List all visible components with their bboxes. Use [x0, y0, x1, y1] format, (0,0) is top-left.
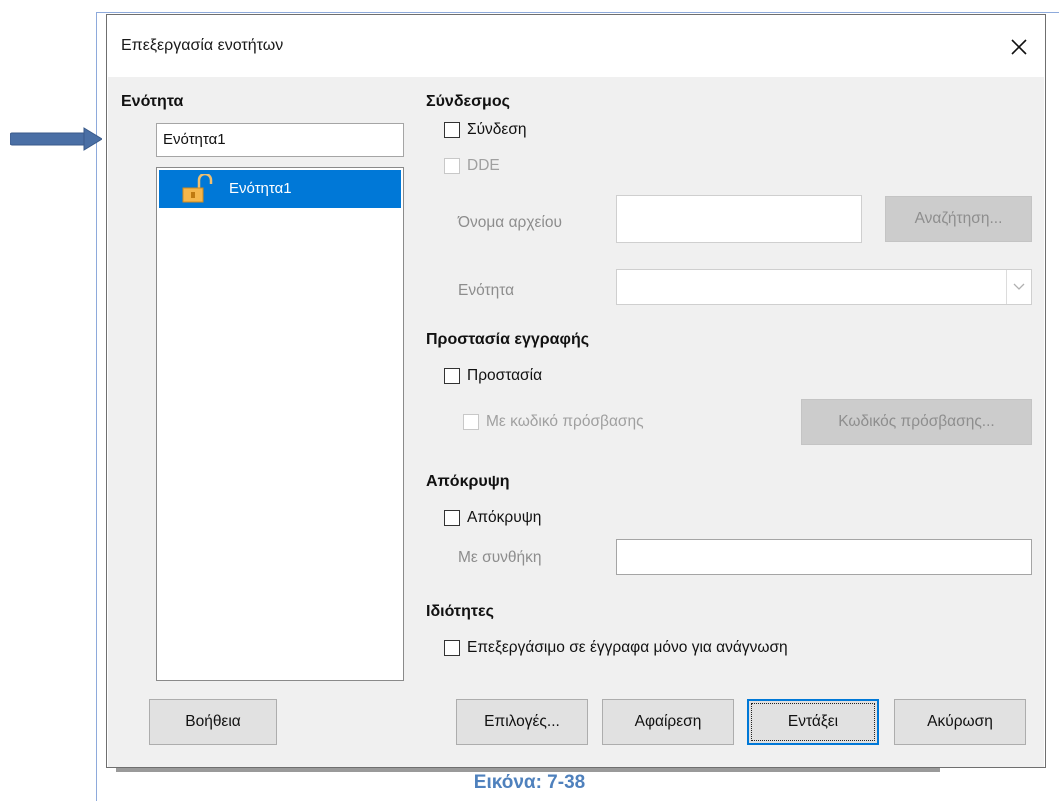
title-bar: Επεξεργασία ενοτήτων	[107, 15, 1045, 77]
checkbox-box[interactable]	[444, 122, 460, 138]
section-list-title: Ενότητα	[121, 93, 184, 110]
link-section-label: Ενότητα	[458, 282, 515, 299]
figure-caption: Εικόνα: 7-38	[473, 772, 586, 793]
filename-label: Όνομα αρχείου	[458, 214, 562, 231]
password-button-label: Κωδικός πρόσβασης...	[838, 413, 995, 430]
properties-section-title: Ιδιότητες	[426, 603, 494, 620]
checkbox-box[interactable]	[444, 640, 460, 656]
chevron-down-icon[interactable]	[1006, 270, 1031, 304]
hide-section-title: Απόκρυψη	[426, 473, 510, 490]
filename-input[interactable]	[616, 195, 862, 243]
right-arrow-icon	[10, 127, 102, 151]
help-button[interactable]: Βοήθεια	[149, 699, 277, 745]
dialog-body: Ενότητα Ενότητα1 Ενότητα1 Σύνδεσμος Σύνδ…	[108, 77, 1044, 767]
password-button[interactable]: Κωδικός πρόσβασης...	[801, 399, 1032, 445]
protect-checkbox[interactable]: Προστασία	[444, 367, 542, 385]
cancel-button-label: Ακύρωση	[927, 713, 993, 730]
link-checkbox-label: Σύνδεση	[467, 121, 527, 138]
page-top-rule	[96, 12, 1059, 13]
section-name-input[interactable]: Ενότητα1	[156, 123, 404, 157]
options-button[interactable]: Επιλογές...	[456, 699, 588, 745]
editable-readonly-checkbox[interactable]: Επεξεργάσιμο σε έγγραφα μόνο για ανάγνωσ…	[444, 639, 788, 657]
options-button-label: Επιλογές...	[484, 713, 560, 730]
dde-checkbox[interactable]: DDE	[444, 157, 500, 175]
cancel-button[interactable]: Ακύρωση	[894, 699, 1026, 745]
checkbox-box[interactable]	[444, 368, 460, 384]
section-list[interactable]: Ενότητα1	[156, 167, 404, 681]
condition-input[interactable]	[616, 539, 1032, 575]
unlocked-padlock-icon	[182, 174, 213, 203]
write-protection-title: Προστασία εγγραφής	[426, 331, 590, 348]
checkbox-box[interactable]	[444, 510, 460, 526]
editable-readonly-checkbox-label: Επεξεργάσιμο σε έγγραφα μόνο για ανάγνωσ…	[467, 639, 788, 656]
hide-checkbox[interactable]: Απόκρυψη	[444, 509, 541, 527]
link-section-title: Σύνδεσμος	[426, 93, 510, 110]
password-checkbox[interactable]: Με κωδικό πρόσβασης	[463, 413, 644, 431]
checkbox-box[interactable]	[463, 414, 479, 430]
password-checkbox-label: Με κωδικό πρόσβασης	[486, 413, 644, 430]
browse-button-label: Αναζήτηση...	[914, 210, 1003, 227]
edit-sections-dialog: Επεξεργασία ενοτήτων Ενότητα Ενότητα1 Εν…	[106, 14, 1046, 768]
ok-button[interactable]: Εντάξει	[747, 699, 879, 745]
ok-button-label: Εντάξει	[751, 703, 875, 741]
protect-checkbox-label: Προστασία	[467, 367, 543, 384]
remove-button[interactable]: Αφαίρεση	[602, 699, 734, 745]
list-item[interactable]: Ενότητα1	[159, 170, 401, 208]
browse-button[interactable]: Αναζήτηση...	[885, 196, 1032, 242]
dde-checkbox-label: DDE	[467, 157, 500, 174]
dialog-title: Επεξεργασία ενοτήτων	[121, 37, 284, 54]
condition-label: Με συνθήκη	[458, 549, 542, 566]
close-button[interactable]	[1003, 31, 1035, 63]
section-combobox[interactable]	[616, 269, 1032, 305]
checkbox-box[interactable]	[444, 158, 460, 174]
close-icon	[1011, 39, 1027, 55]
list-item-label: Ενότητα1	[229, 180, 292, 197]
hide-checkbox-label: Απόκρυψη	[467, 509, 542, 526]
link-checkbox[interactable]: Σύνδεση	[444, 121, 527, 139]
remove-button-label: Αφαίρεση	[634, 713, 702, 730]
help-button-label: Βοήθεια	[185, 713, 241, 730]
